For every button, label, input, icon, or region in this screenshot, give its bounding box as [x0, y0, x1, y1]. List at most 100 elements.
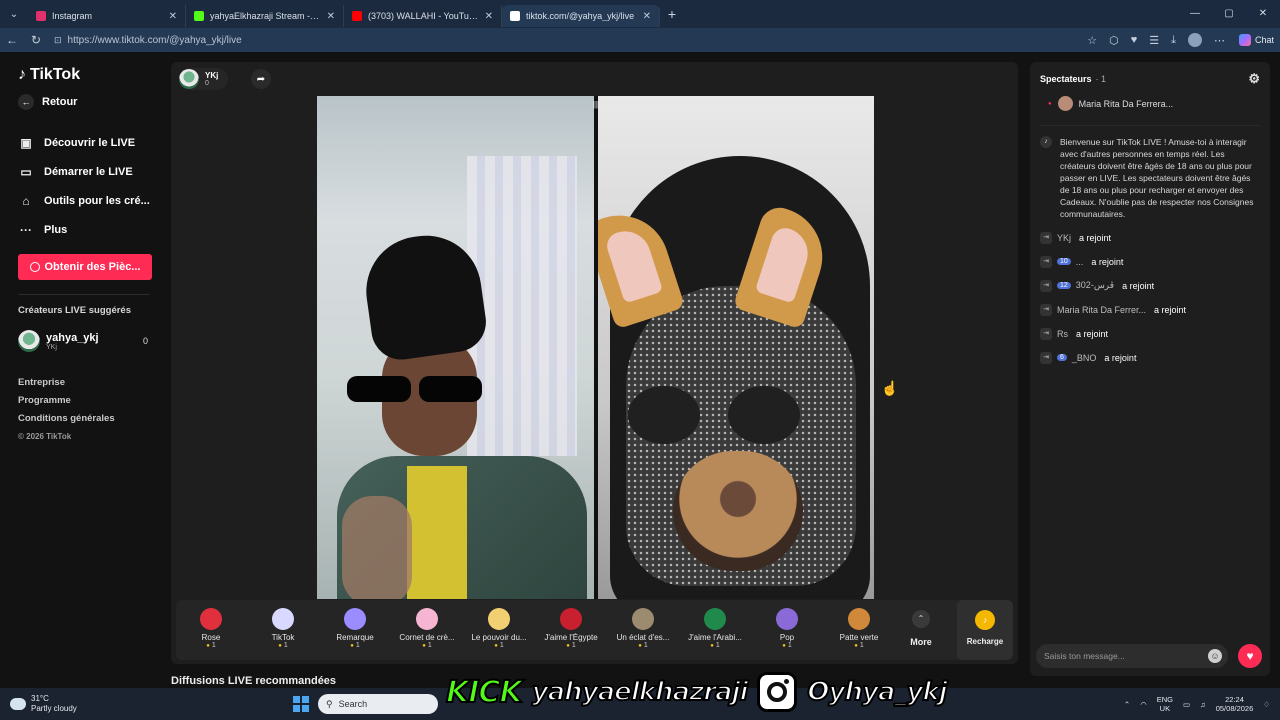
site-info-icon[interactable]: ⊡ — [54, 35, 62, 46]
tab-instagram[interactable]: Instagram ✕ — [28, 5, 186, 27]
back-icon[interactable]: ← — [0, 33, 24, 47]
viewer-item[interactable]: ● Maria Rita Da Ferrera... — [1030, 96, 1270, 111]
rose-icon — [200, 608, 222, 630]
tab-list-icon[interactable]: ⌄ — [0, 0, 28, 28]
tiktok-logo[interactable]: ♪ TikTok — [18, 66, 150, 84]
join-icon: ⇥ — [1040, 231, 1052, 244]
footer-link-terms[interactable]: Conditions générales — [18, 410, 150, 428]
instagram-handle: Oyhya_ykj — [806, 676, 948, 708]
suggested-creators-title: Créateurs LIVE suggérés — [18, 305, 131, 316]
minimize-icon[interactable]: — — [1178, 0, 1212, 28]
beanie — [359, 228, 490, 364]
volume-icon[interactable]: ♫ — [1200, 700, 1206, 709]
tab-kick[interactable]: yahyaElkhazraji Stream - Watch Li ✕ — [186, 5, 344, 27]
new-tab-button[interactable]: + — [660, 6, 684, 22]
nav-discover-live[interactable]: ▣ Découvrir le LIVE — [18, 128, 150, 157]
hand — [342, 496, 412, 599]
maximize-icon[interactable]: ▢ — [1212, 0, 1246, 28]
gear-icon[interactable]: ⚙ — [1248, 71, 1260, 87]
welcome-message: ♪ Bienvenue sur TikTok LIVE ! Amuse-toi … — [1030, 136, 1270, 220]
footer-link-company[interactable]: Entreprise — [18, 374, 150, 392]
language-indicator[interactable]: ENG UK — [1157, 695, 1173, 713]
wifi-icon[interactable]: ◠ — [1140, 700, 1147, 709]
gift-rose[interactable]: Rose 1 — [176, 604, 246, 649]
profile-avatar[interactable] — [1187, 33, 1202, 47]
notification-bell-icon[interactable]: ♢ — [1263, 700, 1270, 709]
browser-essentials-icon[interactable]: ♥ — [1131, 34, 1138, 46]
chat-join-row: ⇥ 6 _BNO a rejoint — [1030, 351, 1270, 364]
windows-start-icon[interactable] — [293, 696, 309, 712]
close-icon[interactable]: ✕ — [485, 11, 493, 22]
recharge-label: Recharge — [966, 637, 1004, 646]
gift-egypt[interactable]: J'aime l'Égypte 1 — [536, 604, 606, 649]
url-field[interactable]: ⊡ https://www.tiktok.com/@yahya_ykj/live — [54, 35, 1087, 46]
share-icon[interactable]: ➦ — [251, 69, 271, 89]
instagram-icon — [36, 11, 46, 21]
tab-tiktok[interactable]: tiktok.com/@yahya_ykj/live ✕ — [502, 5, 660, 27]
gift-price: 1 — [248, 642, 318, 649]
downloads-icon[interactable]: ⤓ — [1171, 34, 1176, 47]
join-user[interactable]: _BNO — [1072, 353, 1097, 363]
gift-green-paw[interactable]: Patte verte 1 — [824, 604, 894, 649]
collections-icon[interactable]: ☰ — [1149, 34, 1159, 47]
chevron-up-icon[interactable]: ⌃ — [1124, 700, 1130, 709]
close-icon[interactable]: ✕ — [327, 11, 335, 22]
gift-pop[interactable]: Pop 1 — [752, 604, 822, 649]
join-user[interactable]: 302-ڤرس — [1076, 280, 1114, 291]
tab-youtube[interactable]: (3703) WALLAHI - YouTube ✕ — [344, 5, 502, 27]
join-user[interactable]: ... — [1076, 257, 1084, 267]
nav-more[interactable]: ··· Plus — [18, 215, 150, 244]
extensions-icon[interactable]: ⬡ — [1109, 34, 1119, 47]
join-user[interactable]: YKj — [1057, 233, 1071, 243]
stream-overlay-banner: KICK yahyaelkhazraji Oyhya_ykj — [445, 668, 949, 716]
chat-join-row: ⇥ Rs a rejoint — [1030, 327, 1270, 340]
gift-power[interactable]: Le pouvoir du... 1 — [464, 604, 534, 649]
more-menu-icon[interactable]: ⋯ — [1214, 34, 1225, 47]
close-icon[interactable]: ✕ — [643, 11, 651, 22]
address-bar: ← ↻ ⊡ https://www.tiktok.com/@yahya_ykj/… — [0, 28, 1280, 52]
nav-start-live[interactable]: ▭ Démarrer le LIVE — [18, 157, 150, 186]
gift-price: 1 — [680, 642, 750, 649]
chat-placeholder: Saisis ton message... — [1044, 651, 1125, 661]
gift-ice-cream[interactable]: Cornet de crè... 1 — [392, 604, 462, 649]
reload-icon[interactable]: ↻ — [24, 33, 48, 47]
gift-remarque[interactable]: Remarque 1 — [320, 604, 390, 649]
emoji-icon[interactable]: ☺ — [1208, 649, 1222, 663]
avatar — [1057, 96, 1073, 111]
chevron-up-icon: ⌃ — [912, 610, 930, 628]
join-user[interactable]: Rs — [1057, 329, 1068, 339]
gift-tiktok[interactable]: TikTok 1 — [248, 604, 318, 649]
tab-title: yahyaElkhazraji Stream - Watch Li — [210, 11, 321, 21]
more-gifts-button[interactable]: ⌃ More — [906, 606, 936, 647]
gift-shard[interactable]: Un éclat d'es... 1 — [608, 604, 678, 649]
live-video[interactable]: ||| — [317, 96, 874, 599]
network-icon[interactable]: ▭ — [1183, 700, 1190, 709]
viewers-title: Spectateurs — [1040, 74, 1092, 84]
close-window-icon[interactable]: ✕ — [1246, 0, 1280, 28]
taskbar-search[interactable]: ⚲ Search — [318, 694, 438, 714]
chat-message-input[interactable]: Saisis ton message... ☺ — [1036, 644, 1228, 668]
suggested-creator[interactable]: yahya_ykj YKj 0 — [18, 330, 150, 352]
close-icon[interactable]: ✕ — [169, 11, 177, 22]
level-badge: 10 — [1057, 258, 1071, 265]
rank-marker-icon: ● — [1048, 100, 1052, 107]
host-info[interactable]: YKj 0 — [179, 68, 229, 90]
copilot-icon — [1238, 34, 1251, 46]
back-link[interactable]: ← Retour — [18, 94, 150, 110]
clock[interactable]: 22:24 05/08/2026 — [1216, 695, 1254, 713]
avatar — [179, 69, 199, 89]
get-coins-button[interactable]: Obtenir des Pièc... — [18, 254, 152, 280]
copilot-chat-button[interactable]: Chat — [1233, 34, 1280, 46]
viewers-header: Spectateurs · 1 ⚙ — [1030, 62, 1270, 96]
gift-arabia[interactable]: J'aime l'Arabi... 1 — [680, 604, 750, 649]
tiktok-icon — [510, 11, 520, 21]
recharge-button[interactable]: ♪ Recharge — [957, 600, 1013, 660]
weather-widget[interactable]: 31°C Partly cloudy — [0, 694, 77, 714]
gift-price: 1 — [608, 642, 678, 649]
host-name: YKj — [205, 71, 219, 80]
favorite-star-icon[interactable]: ☆ — [1087, 34, 1097, 47]
footer-link-program[interactable]: Programme — [18, 392, 150, 410]
join-user[interactable]: Maria Rita Da Ferrer... — [1057, 305, 1146, 315]
like-heart-button[interactable]: ♥ — [1238, 644, 1262, 668]
nav-creator-tools[interactable]: ⌂ Outils pour les cré... — [18, 186, 150, 215]
